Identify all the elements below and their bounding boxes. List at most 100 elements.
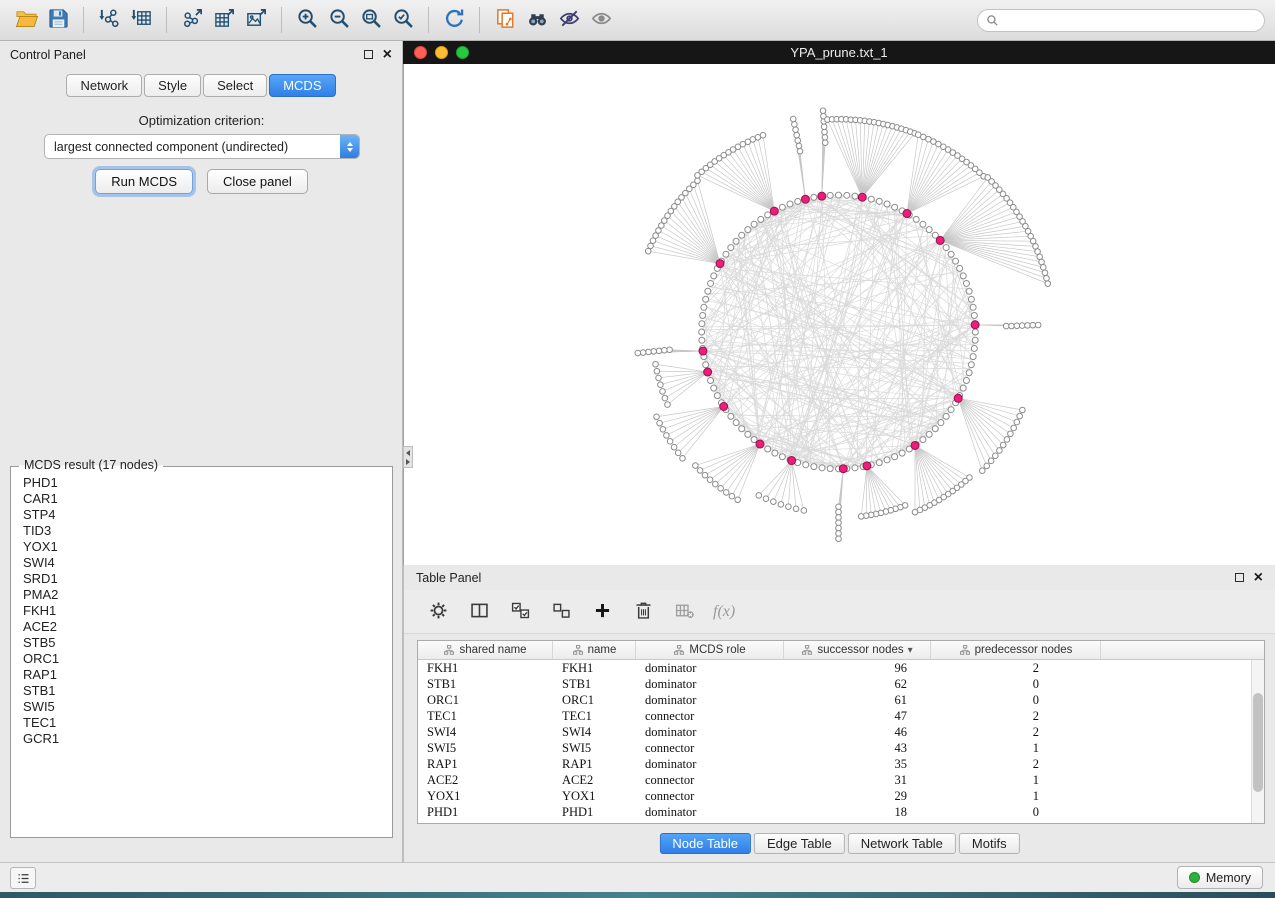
copy-network-icon	[494, 7, 517, 33]
cell-shared-name: SWI4	[418, 725, 553, 740]
memory-button[interactable]: Memory	[1177, 866, 1263, 889]
list-icon	[16, 871, 31, 886]
hide-selected-button[interactable]	[553, 4, 585, 36]
cell-predecessor-nodes: 2	[931, 709, 1101, 724]
mcds-result-item[interactable]: PHD1	[15, 475, 388, 491]
hide-column-button[interactable]	[672, 600, 696, 624]
import-network-icon	[98, 7, 121, 33]
mcds-result-item[interactable]: SWI5	[15, 699, 388, 715]
column-header-successor-nodes[interactable]: successor nodes▾	[784, 641, 931, 659]
run-mcds-button[interactable]: Run MCDS	[95, 169, 193, 194]
zoom-fit-button[interactable]	[355, 4, 387, 36]
minimize-window-button[interactable]	[435, 46, 448, 59]
network-view-frame: YPA_prune.txt_1	[403, 41, 1275, 565]
network-canvas[interactable]	[403, 64, 1275, 565]
mcds-result-item[interactable]: FKH1	[15, 603, 388, 619]
tab-mcds[interactable]: MCDS	[269, 74, 335, 97]
cell-MCDS-role: dominator	[636, 693, 784, 708]
mcds-result-item[interactable]: YOX1	[15, 539, 388, 555]
close-window-button[interactable]	[414, 46, 427, 59]
table-row[interactable]: SWI5SWI5connector431	[418, 740, 1251, 756]
maximize-window-button[interactable]	[456, 46, 469, 59]
hide-column-icon	[674, 600, 695, 624]
delete-row-button[interactable]	[631, 600, 655, 624]
float-table-panel-icon[interactable]	[1235, 573, 1244, 582]
cell-successor-nodes: 29	[784, 789, 931, 804]
tab-node-table[interactable]: Node Table	[659, 833, 751, 854]
select-all-button[interactable]	[508, 600, 532, 624]
refresh-layout-button[interactable]	[438, 4, 470, 36]
export-network-button[interactable]	[176, 4, 208, 36]
cell-MCDS-role: connector	[636, 789, 784, 804]
mcds-result-item[interactable]: SRD1	[15, 571, 388, 587]
mcds-result-item[interactable]: GCR1	[15, 731, 388, 747]
zoom-out-button[interactable]	[323, 4, 355, 36]
tab-network-table[interactable]: Network Table	[848, 833, 956, 854]
copy-network-button[interactable]	[489, 4, 521, 36]
main-toolbar	[0, 0, 1275, 41]
panel-list-button[interactable]	[10, 867, 36, 889]
table-row[interactable]: RAP1RAP1dominator352	[418, 756, 1251, 772]
table-row[interactable]: ACE2ACE2connector311	[418, 772, 1251, 788]
table-row[interactable]: ORC1ORC1dominator610	[418, 692, 1251, 708]
scrollbar-thumb[interactable]	[1253, 693, 1263, 792]
column-header-MCDS-role[interactable]: MCDS role	[636, 641, 784, 659]
splitter-handle[interactable]	[403, 446, 413, 468]
import-table-button[interactable]	[125, 4, 157, 36]
table-settings-button[interactable]	[426, 600, 450, 624]
export-table-button[interactable]	[208, 4, 240, 36]
search-box[interactable]	[977, 9, 1265, 32]
mcds-result-item[interactable]: ACE2	[15, 619, 388, 635]
column-header-name[interactable]: name	[553, 641, 636, 659]
save-button[interactable]	[42, 4, 74, 36]
table-row[interactable]: PHD1PHD1dominator180	[418, 804, 1251, 820]
mcds-result-item[interactable]: STP4	[15, 507, 388, 523]
float-panel-icon[interactable]	[364, 50, 373, 59]
tab-motifs[interactable]: Motifs	[959, 833, 1020, 854]
tab-network[interactable]: Network	[66, 74, 142, 97]
add-row-button[interactable]	[590, 600, 614, 624]
zoom-selected-icon	[392, 7, 415, 33]
toggle-columns-button[interactable]	[467, 600, 491, 624]
table-row[interactable]: STB1STB1dominator620	[418, 676, 1251, 692]
table-row[interactable]: TEC1TEC1connector472	[418, 708, 1251, 724]
cell-predecessor-nodes: 1	[931, 789, 1101, 804]
mcds-result-item[interactable]: ORC1	[15, 651, 388, 667]
column-header-predecessor-nodes[interactable]: predecessor nodes	[931, 641, 1101, 659]
close-table-panel-icon[interactable]: ×	[1254, 573, 1263, 583]
tab-edge-table[interactable]: Edge Table	[754, 833, 845, 854]
mcds-result-item[interactable]: RAP1	[15, 667, 388, 683]
mcds-result-item[interactable]: STB5	[15, 635, 388, 651]
show-all-button[interactable]	[585, 4, 617, 36]
mcds-result-item[interactable]: TID3	[15, 523, 388, 539]
network-window-title: YPA_prune.txt_1	[790, 45, 887, 60]
zoom-in-button[interactable]	[291, 4, 323, 36]
mcds-result-item[interactable]: SWI4	[15, 555, 388, 571]
column-header-shared-name[interactable]: shared name	[418, 641, 553, 659]
mcds-result-item[interactable]: STB1	[15, 683, 388, 699]
import-network-button[interactable]	[93, 4, 125, 36]
table-row[interactable]: FKH1FKH1dominator962	[418, 660, 1251, 676]
search-input[interactable]	[1005, 13, 1256, 27]
export-image-button[interactable]	[240, 4, 272, 36]
function-builder-button[interactable]: f(x)	[713, 603, 735, 621]
table-row[interactable]: YOX1YOX1connector291	[418, 788, 1251, 804]
tab-select[interactable]: Select	[203, 74, 267, 97]
deselect-all-button[interactable]	[549, 600, 573, 624]
criterion-dropdown[interactable]: largest connected component (undirected)	[44, 134, 360, 159]
table-row[interactable]: SWI4SWI4dominator462	[418, 724, 1251, 740]
mcds-result-item[interactable]: CAR1	[15, 491, 388, 507]
column-type-icon	[801, 644, 813, 656]
mcds-result-item[interactable]: TEC1	[15, 715, 388, 731]
cell-MCDS-role: dominator	[636, 805, 784, 820]
open-file-button[interactable]	[10, 4, 42, 36]
close-panel-button[interactable]: Close panel	[207, 169, 308, 194]
expand-right-icon	[406, 459, 410, 465]
table-scrollbar[interactable]	[1251, 660, 1264, 823]
close-panel-icon[interactable]: ×	[383, 50, 392, 60]
tab-style[interactable]: Style	[144, 74, 201, 97]
cell-MCDS-role: connector	[636, 709, 784, 724]
zoom-selected-button[interactable]	[387, 4, 419, 36]
find-button[interactable]	[521, 4, 553, 36]
mcds-result-item[interactable]: PMA2	[15, 587, 388, 603]
